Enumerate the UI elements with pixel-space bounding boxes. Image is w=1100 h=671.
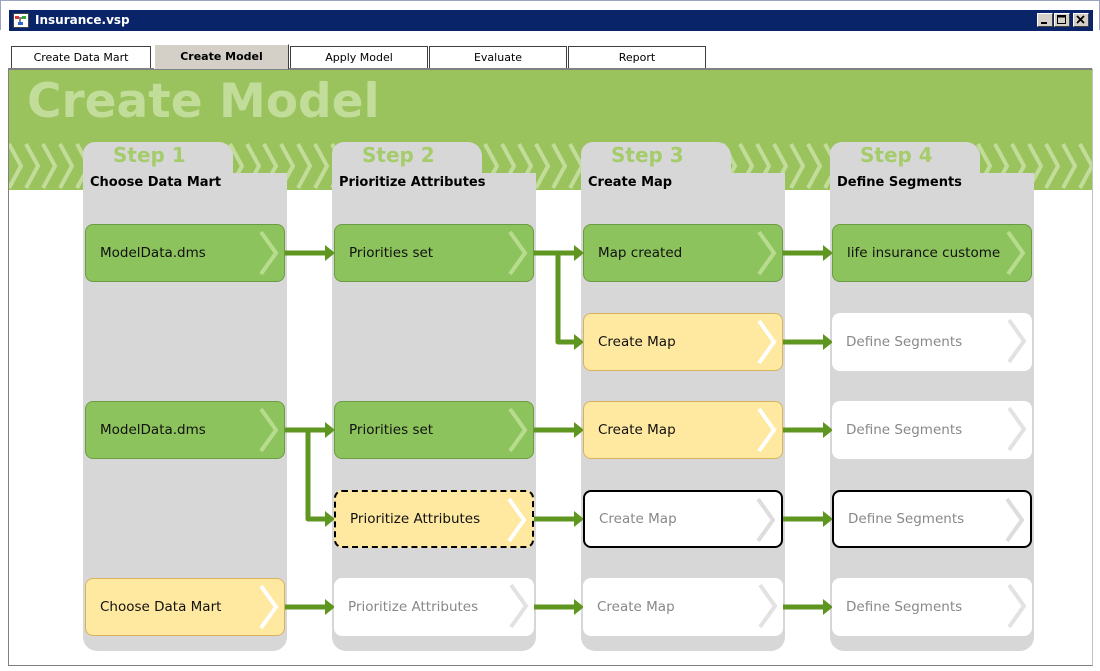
banner-chevron [1078, 143, 1092, 189]
app-icon [13, 13, 29, 28]
workflow-node-label: Prioritize Attributes [348, 599, 479, 615]
chevron-right-icon [1007, 583, 1027, 629]
page-title: Create Model [27, 74, 380, 129]
minimize-button[interactable] [1037, 13, 1053, 27]
workflow-node-label: Define Segments [846, 599, 963, 615]
chevron-right-icon [1005, 497, 1025, 543]
banner-chevron [789, 143, 806, 189]
step-label: Step 1 [113, 143, 186, 167]
banner-chevron [24, 143, 41, 189]
chevron-right-icon [1006, 230, 1026, 276]
step-label: Step 2 [362, 143, 435, 167]
workflow-node-label: ModelData.dms [100, 422, 206, 438]
chevron-right-icon [259, 584, 279, 630]
workflow-node[interactable]: Create Map [583, 578, 783, 636]
workflow-node-label: Create Map [599, 511, 677, 527]
banner-chevron [1044, 143, 1061, 189]
step-label: Step 3 [611, 143, 684, 167]
window-title: Insurance.vsp [35, 13, 130, 27]
workflow-node-label: Create Map [598, 422, 676, 438]
tab-strip: Create Data Mart Create Model Apply Mode… [8, 44, 1092, 69]
banner-chevron [551, 143, 568, 189]
close-button[interactable] [1073, 13, 1089, 27]
workflow-node[interactable]: Prioritize Attributes [334, 578, 534, 636]
tab-create-model[interactable]: Create Model [154, 44, 289, 69]
window-titlebar: Insurance.vsp [0, 0, 1100, 31]
workflow-node[interactable]: ModelData.dms [85, 224, 285, 282]
banner-chevron [9, 143, 24, 189]
banner-chevron [296, 143, 313, 189]
workflow-node[interactable]: life insurance custome [832, 224, 1032, 282]
workflow-node-label: Create Map [598, 334, 676, 350]
maximize-icon [1057, 15, 1066, 24]
step-heading-3: Create Map [588, 175, 673, 190]
workflow-node[interactable]: Prioritize Attributes [334, 490, 534, 548]
tab-evaluate[interactable]: Evaluate [429, 46, 567, 68]
banner-chevron [534, 143, 551, 189]
workflow-node[interactable]: Priorities set [334, 401, 534, 459]
chevron-right-icon [507, 497, 527, 543]
workflow-node-label: Create Map [597, 599, 675, 615]
workflow-node[interactable]: Define Segments [832, 401, 1032, 459]
tab-apply-model[interactable]: Apply Model [290, 46, 428, 68]
chevron-right-icon [508, 230, 528, 276]
workflow-node-label: Priorities set [349, 422, 434, 438]
chevron-right-icon [757, 319, 777, 365]
minimize-icon [1041, 22, 1047, 24]
chevron-right-icon [758, 583, 778, 629]
step-heading-1: Choose Data Mart [90, 175, 222, 190]
banner-chevron [806, 143, 823, 189]
workflow-node[interactable]: Create Map [583, 490, 783, 548]
step-heading-4: Define Segments [837, 175, 962, 190]
workflow-node[interactable]: Define Segments [832, 578, 1032, 636]
chevron-right-icon [259, 407, 279, 453]
chevron-right-icon [1007, 318, 1027, 364]
workflow-node-label: Define Segments [848, 511, 965, 527]
workflow-node-label: Prioritize Attributes [350, 511, 481, 527]
banner-chevron [58, 143, 75, 189]
chevron-right-icon [756, 497, 776, 543]
chevron-right-icon [259, 230, 279, 276]
workflow-node[interactable]: Define Segments [832, 313, 1032, 371]
workflow-node-label: Define Segments [846, 334, 963, 350]
workflow-node[interactable]: Create Map [583, 401, 783, 459]
chevron-right-icon [508, 407, 528, 453]
close-icon [1076, 15, 1085, 24]
workflow-node[interactable]: Priorities set [334, 224, 534, 282]
banner-chevron [313, 143, 330, 189]
banner-chevron [1061, 143, 1078, 189]
workflow-node[interactable]: Define Segments [832, 490, 1032, 548]
workflow-node[interactable]: Map created [583, 224, 783, 282]
workflow-node-label: Define Segments [846, 422, 963, 438]
chevron-right-icon [757, 407, 777, 453]
workflow-node[interactable]: ModelData.dms [85, 401, 285, 459]
workflow-node-label: Choose Data Mart [100, 599, 222, 615]
workflow-node-label: Map created [598, 245, 683, 261]
workflow-node-label: Priorities set [349, 245, 434, 261]
banner-chevron [41, 143, 58, 189]
chevron-right-icon [509, 583, 529, 629]
workflow-node[interactable]: Choose Data Mart [85, 578, 285, 636]
maximize-button[interactable] [1054, 13, 1070, 27]
step-label: Step 4 [860, 143, 933, 167]
workflow-node-label: life insurance custome [847, 245, 1001, 261]
step-heading-2: Prioritize Attributes [339, 175, 486, 190]
chevron-right-icon [757, 230, 777, 276]
chevron-right-icon [1007, 406, 1027, 452]
tab-create-data-mart[interactable]: Create Data Mart [11, 46, 151, 68]
workflow-node[interactable]: Create Map [583, 313, 783, 371]
titlebar-strip[interactable]: Insurance.vsp [9, 10, 1093, 31]
step-tab-2: Step 2 [332, 142, 482, 176]
step-tab-1: Step 1 [83, 142, 233, 176]
workflow-node-label: ModelData.dms [100, 245, 206, 261]
tab-report[interactable]: Report [568, 46, 706, 68]
step-tab-4: Step 4 [830, 142, 980, 176]
step-tab-3: Step 3 [581, 142, 731, 176]
